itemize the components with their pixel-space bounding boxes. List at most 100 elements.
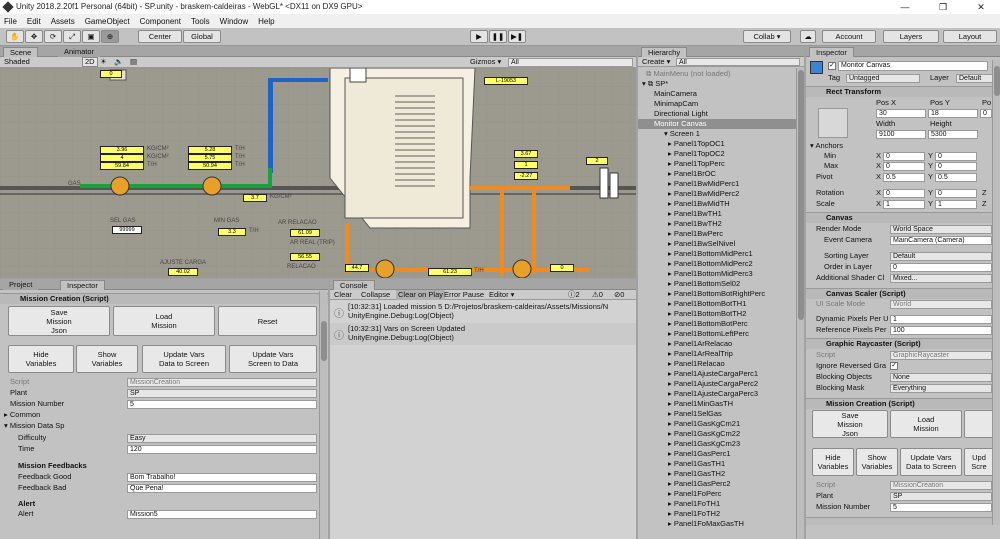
- console-info-count[interactable]: ⓘ2: [568, 290, 580, 300]
- hide-variables-button[interactable]: Hide Variables: [8, 345, 74, 373]
- event-camera-field[interactable]: MainCamera (Camera): [890, 236, 992, 245]
- maximize-button[interactable]: ❐: [924, 0, 962, 14]
- console-editor-dropdown[interactable]: Editor ▾: [489, 290, 514, 300]
- ui-scale-dropdown[interactable]: World: [890, 300, 992, 309]
- hierarchy-item[interactable]: ▸ Panel1BottomSel02: [668, 279, 740, 289]
- right-reset-button[interactable]: [964, 410, 994, 438]
- hierarchy-item[interactable]: ▸ Panel1ArRealTrip: [668, 349, 733, 359]
- update-vars-screen-button[interactable]: Update Vars Data to Screen: [142, 345, 226, 373]
- hierarchy-item[interactable]: ▸ Panel1FoTH2: [668, 509, 720, 519]
- menu-assets[interactable]: Assets: [51, 17, 75, 26]
- hierarchy-item[interactable]: ▸ Panel1BottomMidPerc2: [668, 259, 753, 269]
- anchor-max-x-input[interactable]: 0: [883, 162, 925, 171]
- mission-data-foldout[interactable]: ▾ Mission Data Sp: [4, 421, 64, 431]
- order-layer-input[interactable]: 0: [890, 263, 992, 272]
- console-warning-count[interactable]: ⚠0: [592, 290, 603, 300]
- hierarchy-item[interactable]: ▸ Panel1BottomBotRightPerc: [668, 289, 765, 299]
- console-error-pause-button[interactable]: Error Pause: [444, 290, 484, 300]
- hierarchy-item[interactable]: ▸ Panel1BrOC: [668, 169, 716, 179]
- close-button[interactable]: ✕: [962, 0, 1000, 14]
- transform-tool-icon[interactable]: ⊕: [101, 30, 119, 43]
- hierarchy-item[interactable]: ▸ Panel1TopPerc: [668, 159, 725, 169]
- hierarchy-item[interactable]: ▸ Panel1TopOC2: [668, 149, 725, 159]
- mission-creation-header[interactable]: Mission Creation (Script): [0, 293, 328, 304]
- console-entry-2[interactable]: ⓘ [10:32:31] Vars on Screen Updated Unit…: [330, 323, 636, 345]
- hierarchy-scroll-thumb[interactable]: [798, 70, 804, 320]
- blocking-objects-dropdown[interactable]: None: [890, 373, 992, 382]
- audio-icon[interactable]: 🔈: [114, 57, 123, 67]
- menu-window[interactable]: Window: [220, 17, 248, 26]
- layer-dropdown[interactable]: Default: [956, 74, 994, 83]
- scale-tool-icon[interactable]: ⤢: [63, 30, 81, 43]
- pause-button[interactable]: ❚❚: [489, 30, 507, 43]
- canvas-scaler-header[interactable]: Canvas Scaler (Script): [806, 288, 1000, 299]
- hierarchy-item[interactable]: ▸ Panel1GasKgCm22: [668, 429, 740, 439]
- anchor-min-x-input[interactable]: 0: [883, 152, 925, 161]
- tab-hierarchy[interactable]: Hierarchy: [641, 47, 688, 57]
- rect-transform-header[interactable]: Rect Transform: [806, 86, 1000, 97]
- tab-inspector-left[interactable]: Inspector: [60, 280, 105, 290]
- hierarchy-item[interactable]: ▸ Panel1BottomMidPerc1: [668, 249, 753, 259]
- hierarchy-item[interactable]: ▸ Panel1GasTH2: [668, 469, 725, 479]
- difficulty-dropdown[interactable]: Easy: [127, 434, 317, 443]
- blocking-mask-dropdown[interactable]: Everything: [890, 384, 992, 393]
- height-input[interactable]: 5300: [928, 130, 978, 139]
- save-mission-json-button[interactable]: Save Mission Json: [8, 306, 110, 336]
- hierarchy-item[interactable]: ▸ Panel1BottomBotTH1: [668, 299, 746, 309]
- update-vars-data-button[interactable]: Update Vars Screen to Data: [229, 345, 317, 373]
- hierarchy-item[interactable]: ▸ Panel1SelGas: [668, 409, 722, 419]
- tag-dropdown[interactable]: Untagged: [846, 74, 920, 83]
- hierarchy-item[interactable]: ▸ Panel1FoTH1: [668, 499, 720, 509]
- tab-animator[interactable]: Animator: [58, 47, 101, 57]
- menu-gameobject[interactable]: GameObject: [85, 17, 130, 26]
- hierarchy-item[interactable]: ▸ Panel1BwPerc: [668, 229, 723, 239]
- hierarchy-item[interactable]: ▸ Panel1BottomBotPerc: [668, 319, 748, 329]
- hand-tool-icon[interactable]: ✋: [6, 30, 24, 43]
- menu-edit[interactable]: Edit: [27, 17, 41, 26]
- tab-inspector[interactable]: Inspector: [809, 47, 854, 57]
- right-save-mission-button[interactable]: Save Mission Json: [812, 410, 888, 438]
- hierarchy-item[interactable]: ▸ Panel1BwTH2: [668, 219, 722, 229]
- reference-pixels-input[interactable]: 100: [890, 326, 992, 335]
- inspector-hscrollbar[interactable]: [806, 517, 992, 525]
- hierarchy-item[interactable]: ▸ Panel1BwSelNivel: [668, 239, 735, 249]
- mission-number-input[interactable]: 5: [127, 400, 317, 409]
- pivot-center-button[interactable]: Center: [138, 30, 182, 43]
- hierarchy-item[interactable]: ▸ Panel1GasKgCm21: [668, 419, 740, 429]
- right-mission-number-input[interactable]: 5: [890, 503, 992, 512]
- hierarchy-item[interactable]: ▸ Panel1ArRelacao: [668, 339, 732, 349]
- hierarchy-item[interactable]: Monitor Canvas: [638, 119, 796, 129]
- global-button[interactable]: Global: [183, 30, 221, 43]
- hierarchy-item[interactable]: Directional Light: [654, 109, 708, 119]
- effects-icon[interactable]: ▤: [130, 57, 137, 67]
- inspector-scroll-thumb[interactable]: [994, 66, 1000, 96]
- hierarchy-item[interactable]: ▸ Panel1GasTH1: [668, 459, 725, 469]
- posy-input[interactable]: 18: [928, 109, 978, 118]
- rotate-tool-icon[interactable]: ⟳: [44, 30, 62, 43]
- show-variables-button[interactable]: Show Variables: [76, 345, 138, 373]
- minimize-button[interactable]: —: [886, 0, 924, 14]
- reset-button[interactable]: Reset: [218, 306, 317, 336]
- hierarchy-scrollbar[interactable]: [796, 68, 804, 539]
- right-load-mission-button[interactable]: Load Mission: [890, 410, 962, 438]
- hierarchy-item[interactable]: ⧉ MainMenu (not loaded): [646, 69, 731, 79]
- time-input[interactable]: 120: [127, 445, 317, 454]
- common-foldout[interactable]: ▸ Common: [4, 410, 40, 420]
- dynamic-pixels-input[interactable]: 1: [890, 315, 992, 324]
- scale-y-input[interactable]: 1: [935, 200, 977, 209]
- menu-help[interactable]: Help: [258, 17, 274, 26]
- account-dropdown[interactable]: Account: [822, 30, 876, 43]
- alert-input[interactable]: Mission5: [127, 510, 317, 519]
- hierarchy-item[interactable]: ▾ ⧉ SP*: [642, 79, 668, 89]
- menu-tools[interactable]: Tools: [191, 17, 210, 26]
- right-plant-dropdown[interactable]: SP: [890, 492, 992, 501]
- hierarchy-item[interactable]: ▸ Panel1AjusteCargaPerc3: [668, 389, 758, 399]
- shader-channels-dropdown[interactable]: Mixed...: [890, 274, 992, 283]
- hierarchy-item[interactable]: ▸ Panel1BottomBotTH2: [668, 309, 746, 319]
- rotation-x-input[interactable]: 0: [883, 189, 925, 198]
- tab-scene[interactable]: Scene: [3, 47, 39, 57]
- raycaster-script-field[interactable]: GraphicRaycaster: [890, 351, 992, 360]
- hierarchy-item[interactable]: ▸ Panel1BottomLeftPerc: [668, 329, 749, 339]
- tab-project[interactable]: Project: [3, 280, 39, 290]
- tab-console[interactable]: Console: [333, 280, 375, 290]
